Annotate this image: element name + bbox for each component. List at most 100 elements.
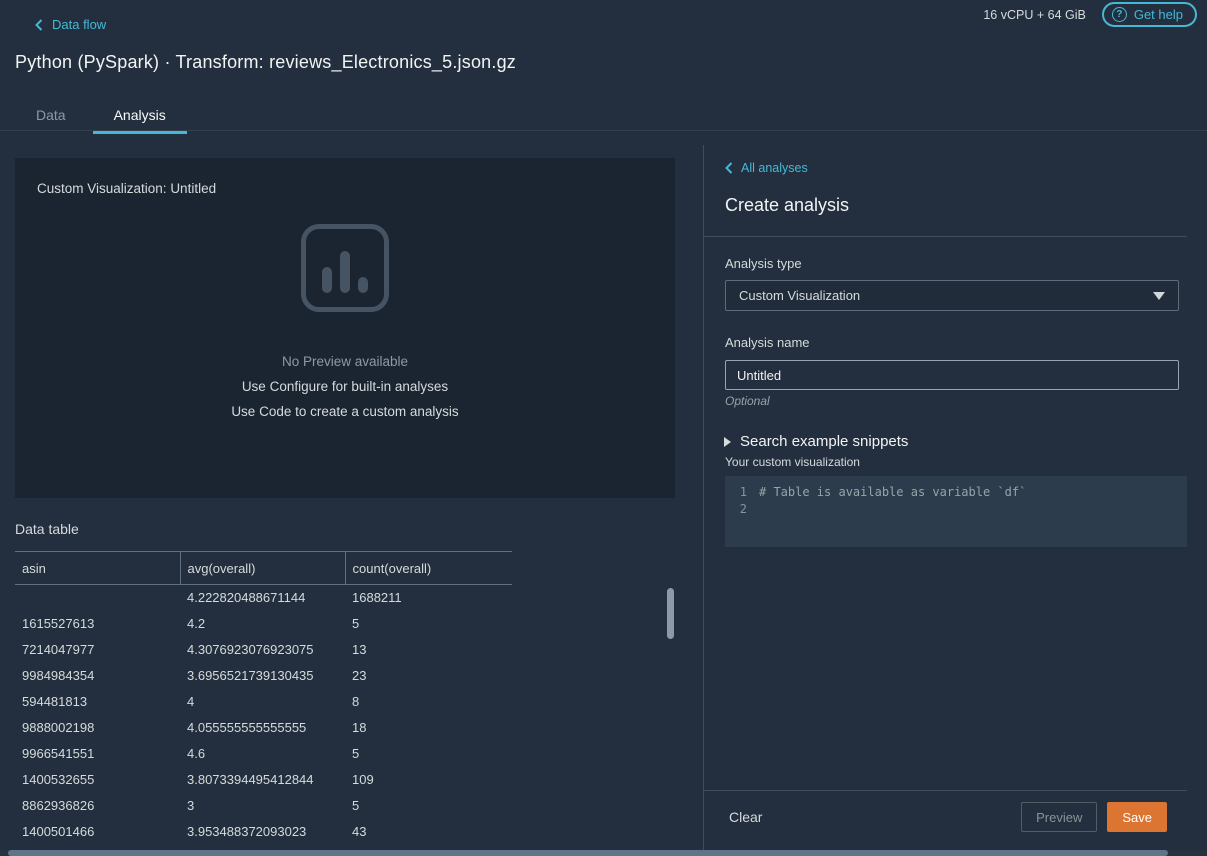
- table-cell: 1400532655: [15, 767, 180, 793]
- table-cell: 5: [345, 793, 512, 819]
- table-cell: 3.953488372093023: [180, 819, 345, 845]
- table-row: 16155276134.25: [15, 611, 512, 637]
- table-cell: 18: [345, 715, 512, 741]
- table-cell: 43: [345, 819, 512, 845]
- analysis-name-label: Analysis name: [725, 335, 810, 350]
- app-root: Data flow 16 vCPU + 64 GiB ? Get help Py…: [0, 0, 1207, 856]
- data-table-header-row: asinavg(overall)count(overall): [15, 552, 512, 585]
- code-hint-text: Use Code to create a custom analysis: [15, 404, 675, 419]
- code-line: 1# Table is available as variable `df`: [725, 484, 1187, 501]
- table-cell: 109: [345, 767, 512, 793]
- table-row: 14005014663.95348837209302343: [15, 819, 512, 845]
- data-flow-label: Data flow: [52, 17, 106, 32]
- data-table-body: 4.222820488671144168821116155276134.2572…: [15, 585, 512, 845]
- table-cell: 4.222820488671144: [180, 585, 345, 611]
- tab-bar: Data Analysis: [15, 98, 187, 134]
- all-analyses-label: All analyses: [741, 161, 808, 175]
- table-cell: 9984984354: [15, 663, 180, 689]
- snippets-label: Search example snippets: [740, 433, 908, 450]
- panel-header-divider: [704, 236, 1187, 237]
- table-row: 99665415514.65: [15, 741, 512, 767]
- topbar-right: 16 vCPU + 64 GiB ? Get help: [983, 2, 1197, 27]
- table-cell: 1400501466: [15, 819, 180, 845]
- table-cell: 13: [345, 637, 512, 663]
- column-header: avg(overall): [180, 552, 345, 585]
- table-cell: 5: [345, 741, 512, 767]
- analysis-type-select[interactable]: Custom Visualization: [725, 280, 1179, 311]
- analysis-type-label: Analysis type: [725, 256, 802, 271]
- table-cell: 594481813: [15, 689, 180, 715]
- tabs-divider: [0, 130, 1207, 131]
- data-table-title: Data table: [15, 521, 79, 537]
- table-cell: 4: [180, 689, 345, 715]
- code-editor[interactable]: 1# Table is available as variable `df`2: [725, 476, 1187, 547]
- table-cell: 1615527613: [15, 611, 180, 637]
- table-cell: 8862936826: [15, 793, 180, 819]
- preview-button[interactable]: Preview: [1021, 802, 1097, 832]
- chart-bar: [340, 251, 350, 293]
- line-number: 2: [725, 501, 759, 518]
- horizontal-scrollbar-track[interactable]: [0, 850, 1207, 856]
- table-cell: 9966541551: [15, 741, 180, 767]
- table-row: 4.2228204886711441688211: [15, 585, 512, 611]
- table-row: 886293682635: [15, 793, 512, 819]
- custom-visualization-label: Your custom visualization: [725, 455, 860, 469]
- chevron-left-icon: [725, 162, 733, 174]
- column-header: count(overall): [345, 552, 512, 585]
- snippets-expander[interactable]: Search example snippets: [724, 433, 908, 450]
- table-cell: 9888002198: [15, 715, 180, 741]
- table-cell: 3.6956521739130435: [180, 663, 345, 689]
- table-cell: 7214047977: [15, 637, 180, 663]
- table-cell: 4.2: [180, 611, 345, 637]
- tab-analysis[interactable]: Analysis: [93, 98, 187, 134]
- footer-buttons: Preview Save: [1021, 802, 1167, 832]
- caret-down-icon: [1153, 292, 1165, 300]
- code-line: 2: [725, 501, 1187, 518]
- table-row: 98880021984.05555555555555518: [15, 715, 512, 741]
- clear-button[interactable]: Clear: [729, 809, 762, 825]
- analysis-name-input[interactable]: [725, 360, 1179, 390]
- table-cell: 4.6: [180, 741, 345, 767]
- all-analyses-link[interactable]: All analyses: [725, 161, 808, 175]
- bar-chart-placeholder-icon: [301, 224, 389, 312]
- table-cell: 3.8073394495412844: [180, 767, 345, 793]
- help-icon: ?: [1112, 7, 1127, 22]
- chevron-left-icon: [35, 19, 43, 31]
- table-cell: [15, 585, 180, 611]
- table-cell: 23: [345, 663, 512, 689]
- table-cell: 4.3076923076923075: [180, 637, 345, 663]
- table-cell: 3: [180, 793, 345, 819]
- chart-bar: [358, 277, 368, 293]
- panel-title: Create analysis: [725, 195, 849, 216]
- save-button[interactable]: Save: [1107, 802, 1167, 832]
- no-preview-text: No Preview available: [15, 354, 675, 369]
- line-number: 1: [725, 484, 759, 501]
- preview-card-title: Custom Visualization: Untitled: [37, 181, 216, 196]
- panel-footer-divider: [704, 790, 1187, 791]
- analysis-name-hint: Optional: [725, 394, 770, 408]
- table-cell: 4.055555555555555: [180, 715, 345, 741]
- table-row: 14005326553.8073394495412844109: [15, 767, 512, 793]
- table-row: 59448181348: [15, 689, 512, 715]
- horizontal-scrollbar-thumb[interactable]: [8, 850, 1168, 856]
- vertical-scrollbar-thumb[interactable]: [667, 588, 674, 639]
- panel-divider: [703, 145, 704, 856]
- chart-bar: [322, 267, 332, 293]
- get-help-label: Get help: [1134, 7, 1183, 22]
- page-title: Python (PySpark) · Transform: reviews_El…: [15, 52, 516, 73]
- get-help-button[interactable]: ? Get help: [1102, 2, 1197, 27]
- table-row: 72140479774.307692307692307513: [15, 637, 512, 663]
- data-flow-back-link[interactable]: Data flow: [35, 17, 106, 32]
- caret-right-icon: [724, 437, 731, 447]
- data-table: asinavg(overall)count(overall) 4.2228204…: [15, 551, 512, 845]
- analysis-type-value: Custom Visualization: [739, 288, 860, 303]
- preview-card: Custom Visualization: Untitled No Previe…: [15, 158, 675, 498]
- resources-label: 16 vCPU + 64 GiB: [983, 8, 1085, 22]
- table-cell: 8: [345, 689, 512, 715]
- table-cell: 5: [345, 611, 512, 637]
- column-header: asin: [15, 552, 180, 585]
- configure-hint-text: Use Configure for built-in analyses: [15, 379, 675, 394]
- table-row: 99849843543.695652173913043523: [15, 663, 512, 689]
- tab-data[interactable]: Data: [15, 98, 87, 134]
- table-cell: 1688211: [345, 585, 512, 611]
